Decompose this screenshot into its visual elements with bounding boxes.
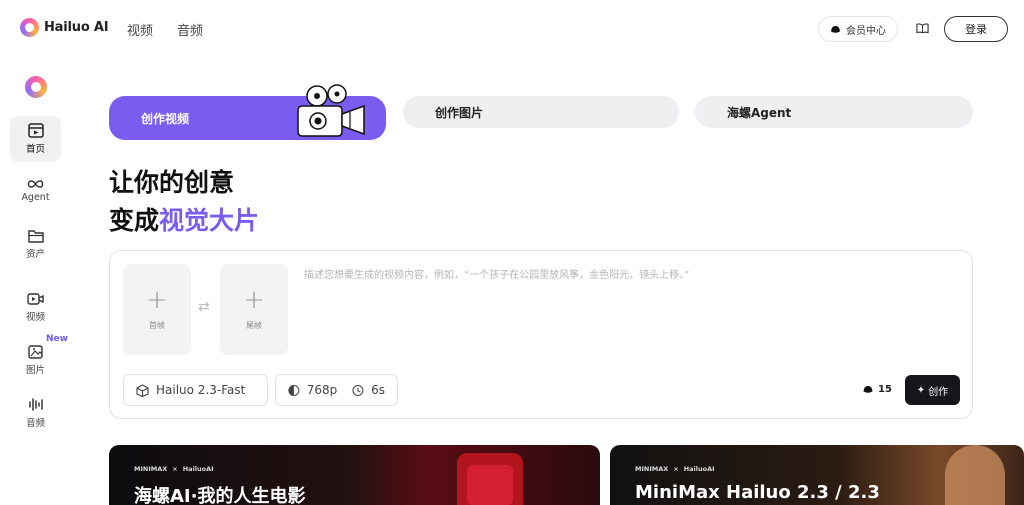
brand-name: Hailuo AI	[44, 20, 109, 35]
member-center-button[interactable]: 会员中心	[818, 16, 898, 42]
create-label: 创作	[928, 386, 949, 398]
brand-logo[interactable]: Hailuo AI	[20, 18, 109, 37]
clock-icon	[352, 384, 364, 396]
prompt-input[interactable]: 描述您想要生成的视频内容，例如，“一个孩子在公园里放风筝，金色阳光，镜头上移。”	[304, 266, 689, 281]
sidebar-item-label: 音频	[25, 418, 45, 429]
login-button[interactable]: 登录	[944, 16, 1008, 42]
video-settings-selector[interactable]: 768p 6s	[275, 374, 398, 406]
sidebar-item-label: Agent	[21, 192, 50, 203]
model-selector[interactable]: Hailuo 2.3-Fast	[123, 374, 268, 406]
sidebar-item-audio[interactable]: 音频	[10, 390, 61, 436]
headline-line2: 变成视觉大片	[109, 202, 259, 240]
last-frame-upload[interactable]: + 尾帧	[220, 264, 288, 355]
showcase-card[interactable]: MINIMAX × HailuoAI MiniMax Hailuo 2.3 / …	[610, 445, 1024, 505]
cube-icon	[136, 383, 149, 397]
card-brand: MINIMAX × HailuoAI	[635, 465, 715, 473]
hailuo-logo-icon	[20, 18, 39, 37]
sidebar-item-label: 图片	[25, 365, 45, 376]
new-badge: New	[46, 334, 68, 344]
credits-cost: 15	[862, 384, 892, 395]
sidebar-item-video[interactable]: 视频	[10, 284, 61, 330]
headline-accent: 视觉大片	[159, 206, 260, 235]
sidebar-item-home[interactable]: 首页	[10, 116, 61, 162]
movie-camera-icon	[297, 84, 365, 137]
dancer-image	[945, 445, 1005, 505]
sidebar-item-agent[interactable]: Agent	[10, 168, 61, 214]
model-label: Hailuo 2.3-Fast	[156, 383, 246, 397]
first-frame-label: 首帧	[149, 320, 165, 330]
minimax-logo: MINIMAX	[134, 465, 168, 473]
top-nav: 视频 音频	[127, 20, 203, 39]
nav-audio[interactable]: 音频	[177, 20, 203, 39]
plus-icon: +	[146, 284, 168, 315]
tab-label: 创作视频	[141, 111, 190, 126]
brand-separator: ×	[673, 465, 679, 473]
headline-prefix: 变成	[109, 206, 160, 235]
tab-label: 海螺Agent	[727, 105, 792, 120]
hailuo-logo: HailuoAI	[182, 465, 214, 473]
resolution-label: 768p	[306, 383, 338, 397]
book-icon[interactable]	[911, 17, 933, 39]
card-title: 海螺AI·我的人生电影	[134, 486, 306, 505]
last-frame-label: 尾帧	[246, 320, 262, 330]
sidebar-item-label: 首页	[25, 144, 45, 155]
top-bar: Hailuo AI 视频 音频 会员中心 登录	[0, 0, 1024, 58]
folder-icon	[27, 229, 44, 243]
shell-icon	[830, 25, 841, 33]
sidebar-logo-icon[interactable]	[25, 76, 47, 98]
sidebar-item-label: 资产	[25, 248, 45, 260]
prompt-panel: + 首帧 ⇄ + 尾帧 描述您想要生成的视频内容，例如，“一个孩子在公园里放风筝…	[109, 250, 973, 419]
tab-create-image[interactable]: 创作图片	[403, 96, 679, 128]
duration-label: 6s	[371, 383, 385, 397]
sidebar-item-label: 视频	[25, 311, 45, 323]
credits-value: 15	[878, 384, 892, 395]
sparkle-icon: ✦	[916, 384, 926, 396]
shell-icon	[863, 385, 873, 393]
swap-icon[interactable]: ⇄	[198, 299, 210, 315]
page-headline: 让你的创意 变成视觉大片	[109, 164, 259, 240]
nav-video[interactable]: 视频	[127, 20, 153, 39]
cinema-seat-image	[457, 453, 523, 505]
image-icon	[27, 345, 43, 359]
brand-separator: ×	[172, 465, 178, 473]
tab-label: 创作图片	[435, 105, 484, 120]
plus-icon: +	[243, 284, 265, 315]
resolution-icon	[288, 384, 300, 396]
sidebar: 首页 Agent 资产 视频 图片 New 音频	[0, 58, 70, 500]
showcase-card[interactable]: MINIMAX × HailuoAI 海螺AI·我的人生电影	[109, 445, 600, 505]
home-icon	[27, 123, 44, 138]
first-frame-upload[interactable]: + 首帧	[123, 264, 191, 355]
hailuo-logo: HailuoAI	[683, 465, 715, 473]
create-button[interactable]: ✦ 创作	[905, 375, 960, 405]
tab-hailuo-agent[interactable]: 海螺Agent	[695, 96, 973, 128]
audio-wave-icon	[28, 398, 43, 411]
minimax-logo: MINIMAX	[635, 465, 669, 473]
infinity-icon	[27, 180, 44, 188]
headline-line1: 让你的创意	[109, 168, 235, 197]
sidebar-item-assets[interactable]: 资产	[10, 221, 61, 267]
video-icon	[27, 292, 44, 305]
member-center-label: 会员中心	[846, 25, 886, 37]
card-brand: MINIMAX × HailuoAI	[134, 465, 214, 473]
